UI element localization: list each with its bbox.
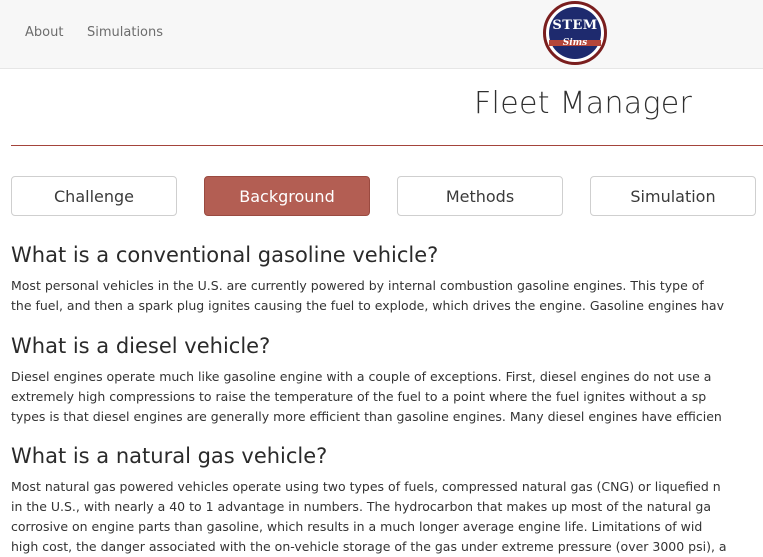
paragraph-line: Most personal vehicles in the U.S. are c… bbox=[11, 278, 704, 293]
section-heading-natural-gas: What is a natural gas vehicle? bbox=[11, 444, 328, 468]
nav-link-simulations[interactable]: Simulations bbox=[87, 25, 163, 40]
section-heading-diesel: What is a diesel vehicle? bbox=[11, 334, 271, 358]
paragraph-line: types is that diesel engines are general… bbox=[11, 409, 722, 424]
page-title: Fleet Manager bbox=[474, 86, 693, 121]
section-heading-gasoline: What is a conventional gasoline vehicle? bbox=[11, 243, 439, 267]
paragraph-line: extremely high compressions to raise the… bbox=[11, 389, 707, 404]
tab-methods[interactable]: Methods bbox=[397, 176, 563, 216]
title-divider bbox=[11, 145, 763, 146]
paragraph-line: in the U.S., with nearly a 40 to 1 advan… bbox=[11, 499, 711, 514]
tab-challenge[interactable]: Challenge bbox=[11, 176, 177, 216]
paragraph-line: Diesel engines operate much like gasolin… bbox=[11, 369, 712, 384]
logo-badge: STEM Sims bbox=[549, 7, 601, 59]
top-navbar: About Simulations STEM Sims bbox=[0, 0, 763, 69]
logo-text-sims: Sims bbox=[562, 38, 588, 48]
paragraph-line: high cost, the danger associated with th… bbox=[11, 539, 727, 554]
paragraph-line: Most natural gas powered vehicles operat… bbox=[11, 479, 721, 494]
stem-sims-logo[interactable]: STEM Sims bbox=[543, 1, 607, 65]
tab-simulation[interactable]: Simulation bbox=[590, 176, 756, 216]
logo-text-stem: STEM bbox=[552, 18, 598, 33]
tab-background[interactable]: Background bbox=[204, 176, 370, 216]
paragraph-line: the fuel, and then a spark plug ignites … bbox=[11, 298, 724, 313]
paragraph-line: corrosive on engine parts than gasoline,… bbox=[11, 519, 703, 534]
nav-link-about[interactable]: About bbox=[25, 25, 63, 40]
